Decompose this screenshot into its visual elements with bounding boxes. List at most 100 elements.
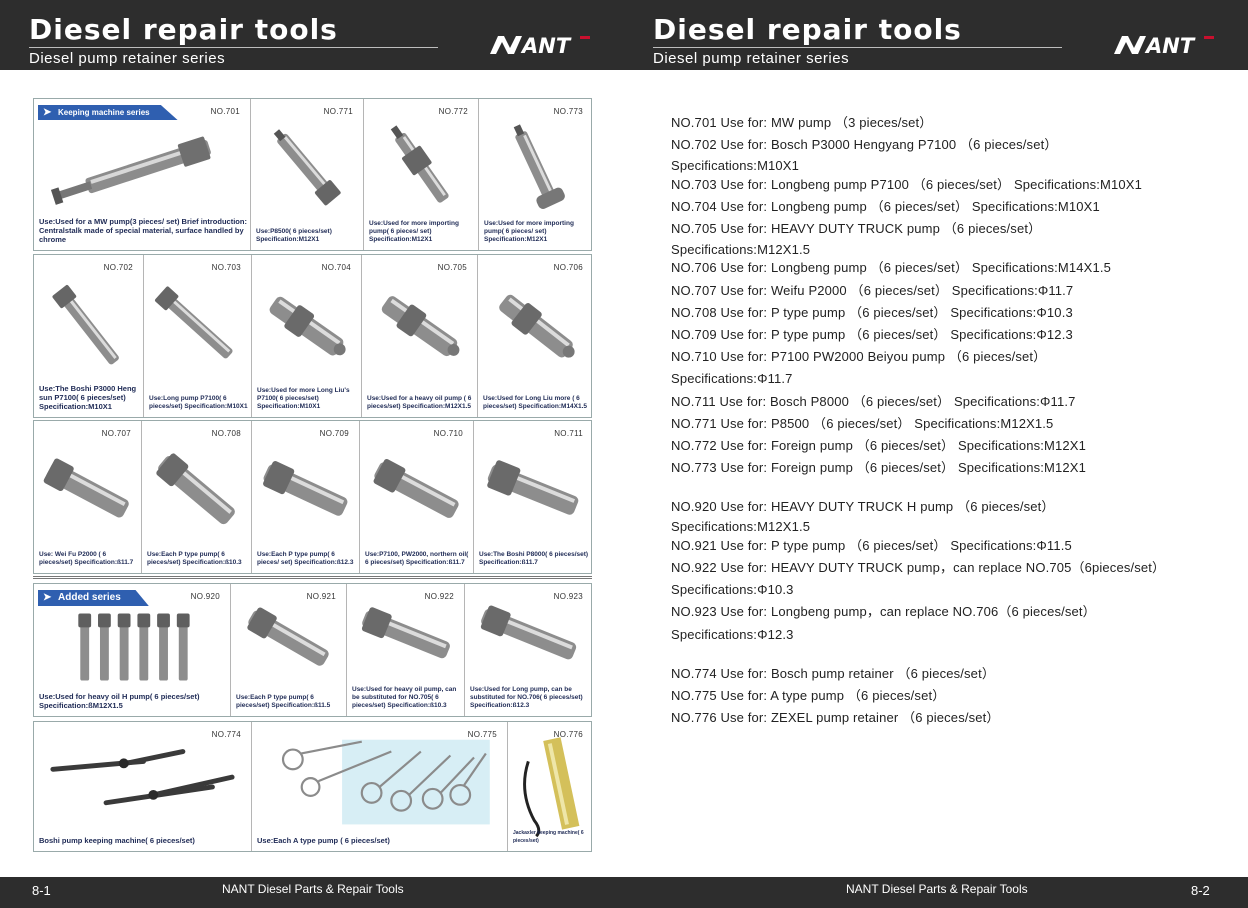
spec-line-706: NO.706 Use for: Longbeng pump （6 pieces/… <box>671 260 1112 275</box>
spec-line-707: NO.707 Use for: Weifu P2000 （6 pieces/se… <box>671 283 1074 298</box>
product-caption: Use:P8500( 6 pieces/set) Specification:M… <box>256 228 332 243</box>
product-number: NO.920 <box>190 592 220 601</box>
catalog-row-4: ➤ Added series NO.920 Use:Used for heavy… <box>33 583 592 717</box>
spec-line-922-spec: Specifications:Φ10.3 <box>671 582 794 597</box>
product-number: NO.922 <box>424 592 454 601</box>
svg-text:ANT: ANT <box>1144 34 1196 56</box>
product-caption: Jackaxler keeping machine( 6 pieces/set) <box>513 830 584 844</box>
product-cell-776: NO.776 Jackaxler keeping machine( 6 piec… <box>508 722 593 851</box>
product-number: NO.706 <box>553 263 583 272</box>
product-cell-920: NO.920 Use:Used for heavy oil H pump( 6 … <box>34 584 231 716</box>
product-catalog-grid: ➤ Keeping machine series NO.701 Use:Used … <box>33 98 592 852</box>
spec-line-711: NO.711 Use for: Bosch P8000 （6 pieces/se… <box>671 394 1076 409</box>
product-number: NO.923 <box>553 592 583 601</box>
product-cell-704: NO.704 Use:Used for more Long Liu's P710… <box>252 255 362 417</box>
left-page-number: 8-1 <box>32 883 51 898</box>
product-caption: Use:The Boshi P3000 Heng sun P7100( 6 pi… <box>39 384 137 411</box>
spec-line-705-spec: Specifications:M12X1.5 <box>671 242 811 257</box>
spec-line-701: NO.701 Use for: MW pump （3 pieces/set） <box>671 115 933 130</box>
product-caption: Use:Used for more importing pump( 6 piec… <box>369 220 459 243</box>
nant-logo-left: ANT <box>490 34 590 56</box>
catalog-row-1: ➤ Keeping machine series NO.701 Use:Used … <box>33 98 592 251</box>
product-caption: Use:Used for more Long Liu's P7100( 6 pi… <box>257 387 350 410</box>
right-page-number: 8-2 <box>1191 883 1210 898</box>
product-cell-709: NO.709 Use:Each P type pump( 6 pieces/ s… <box>252 421 360 573</box>
product-caption: Boshi pump keeping machine( 6 pieces/set… <box>39 836 195 845</box>
page-header: Diesel repair tools Diesel pump retainer… <box>0 0 1248 70</box>
product-caption: Use:Used for Long Liu more ( 6 pieces/se… <box>483 395 588 410</box>
spec-line-710-spec: Specifications:Φ11.7 <box>671 371 793 386</box>
product-number: NO.711 <box>554 429 583 438</box>
product-caption: Use:Used for heavy oil H pump( 6 pieces/… <box>39 692 200 710</box>
pump-keeping-machine-image <box>50 749 235 806</box>
product-cell-922: NO.922 Use:Used for heavy oil pump, can … <box>347 584 465 716</box>
product-cell-773: NO.773 Use:Used for more importing pump(… <box>479 99 593 250</box>
product-cell-706: NO.706 Use:Used for Long Liu more ( 6 pi… <box>478 255 593 417</box>
spec-line-703: NO.703 Use for: Longbeng pump P7100 （6 p… <box>671 177 1142 192</box>
product-number: NO.707 <box>101 429 131 438</box>
product-cell-923: NO.923 Use:Used for Long pump, can be su… <box>465 584 593 716</box>
spec-line-705: NO.705 Use for: HEAVY DUTY TRUCK pump （6… <box>671 221 1042 236</box>
product-caption: Use:Used for more importing pump( 6 piec… <box>484 220 574 243</box>
product-number: NO.704 <box>321 263 351 272</box>
spec-line-774: NO.774 Use for: Bosch pump retainer （6 p… <box>671 666 995 681</box>
retainer-tool-image <box>499 294 575 358</box>
left-page-title: Diesel repair tools <box>29 13 338 46</box>
spec-line-773: NO.773 Use for: Foreign pump （6 pieces/s… <box>671 460 1086 475</box>
spec-line-704: NO.704 Use for: Longbeng pump （6 pieces/… <box>671 199 1100 214</box>
product-caption: Use: Wei Fu P2000 ( 6 pieces/set) Specif… <box>39 551 134 566</box>
spring-wire-tools-image <box>281 739 490 825</box>
nant-logo-right: ANT <box>1114 34 1214 56</box>
product-number: NO.921 <box>306 592 336 601</box>
product-number: NO.702 <box>103 263 133 272</box>
spec-line-920: NO.920 Use for: HEAVY DUTY TRUCK H pump … <box>671 499 1055 514</box>
left-title-rule <box>29 47 438 48</box>
right-title-rule <box>653 47 1062 48</box>
product-number: NO.774 <box>211 730 241 739</box>
product-caption: Use:P7100, PW2000, northern oil( 6 piece… <box>365 551 469 566</box>
product-cell-701: NO.701 Use:Used for a MW pump(3 pieces/ … <box>34 99 251 250</box>
product-number: NO.709 <box>319 429 349 438</box>
product-cell-774: NO.774 Boshi pump keeping machine( 6 pie… <box>34 722 252 851</box>
product-caption: Use:Each A type pump ( 6 pieces/set) <box>257 836 390 845</box>
spec-line-702-spec: Specifications:M10X1 <box>671 158 800 173</box>
product-caption: Use:Each P type pump( 6 pieces/set) Spec… <box>236 694 331 709</box>
product-cell-710: NO.710 Use:P7100, PW2000, northern oil( … <box>360 421 474 573</box>
product-cell-707: NO.707 Use: Wei Fu P2000 ( 6 pieces/set)… <box>34 421 142 573</box>
catalog-row-3: NO.707 Use: Wei Fu P2000 ( 6 pieces/set)… <box>33 420 592 574</box>
product-caption: Use:Used for a MW pump(3 pieces/ set) Br… <box>39 217 247 244</box>
left-page-subtitle: Diesel pump retainer series <box>29 50 226 67</box>
spec-line-921: NO.921 Use for: P type pump （6 pieces/se… <box>671 538 1072 553</box>
product-cell-705: NO.705 Use:Used for a heavy oil pump ( 6… <box>362 255 478 417</box>
right-page-title: Diesel repair tools <box>653 13 962 46</box>
spec-line-772: NO.772 Use for: Foreign pump （6 pieces/s… <box>671 438 1086 453</box>
spec-line-775: NO.775 Use for: A type pump （6 pieces/se… <box>671 688 946 703</box>
spec-line-923: NO.923 Use for: Longbeng pump，can replac… <box>671 604 1096 619</box>
right-footer-text: NANT Diesel Parts & Repair Tools <box>846 882 1028 896</box>
product-cell-771: NO.771 Use:P8500( 6 pieces/set) Specific… <box>251 99 364 250</box>
product-caption: Use:Used for a heavy oil pump ( 6 pieces… <box>367 395 472 410</box>
product-cell-775: NO.775 Use:Each A type pump ( 6 pieces/s… <box>252 722 508 851</box>
section-divider <box>33 576 592 579</box>
product-caption: Use:Used for heavy oil pump, can be subs… <box>352 686 457 709</box>
product-number: NO.703 <box>211 263 241 272</box>
left-footer-text: NANT Diesel Parts & Repair Tools <box>222 882 404 896</box>
product-cell-703: NO.703 Use:Long pump P7100( 6 pieces/set… <box>144 255 252 417</box>
spec-line-922: NO.922 Use for: HEAVY DUTY TRUCK pump，ca… <box>671 560 1166 575</box>
spec-line-923-spec: Specifications:Φ12.3 <box>671 627 794 642</box>
product-caption: Use:Each P type pump( 6 pieces/set) Spec… <box>147 551 242 566</box>
product-cell-702: NO.702 Use:The Boshi P3000 Heng sun P710… <box>34 255 144 417</box>
page-footer: 8-1 NANT Diesel Parts & Repair Tools NAN… <box>0 877 1248 908</box>
spec-line-771: NO.771 Use for: P8500 （6 pieces/set） Spe… <box>671 416 1054 431</box>
spec-line-776: NO.776 Use for: ZEXEL pump retainer （6 p… <box>671 710 1000 725</box>
product-number: NO.776 <box>553 730 583 739</box>
product-caption: Use:Each P type pump( 6 pieces/ set) Spe… <box>257 551 354 566</box>
product-cell-921: NO.921 Use:Each P type pump( 6 pieces/se… <box>231 584 347 716</box>
product-caption: Use:Used for Long pump, can be substitut… <box>470 686 583 709</box>
product-caption: Use:The Boshi P8000( 6 pieces/set) Speci… <box>479 551 589 566</box>
product-cell-708: NO.708 Use:Each P type pump( 6 pieces/se… <box>142 421 252 573</box>
spec-line-709: NO.709 Use for: P type pump （6 pieces/se… <box>671 327 1073 342</box>
product-number: NO.775 <box>467 730 497 739</box>
product-number: NO.772 <box>438 107 468 116</box>
spec-line-702: NO.702 Use for: Bosch P3000 Hengyang P71… <box>671 137 1058 152</box>
